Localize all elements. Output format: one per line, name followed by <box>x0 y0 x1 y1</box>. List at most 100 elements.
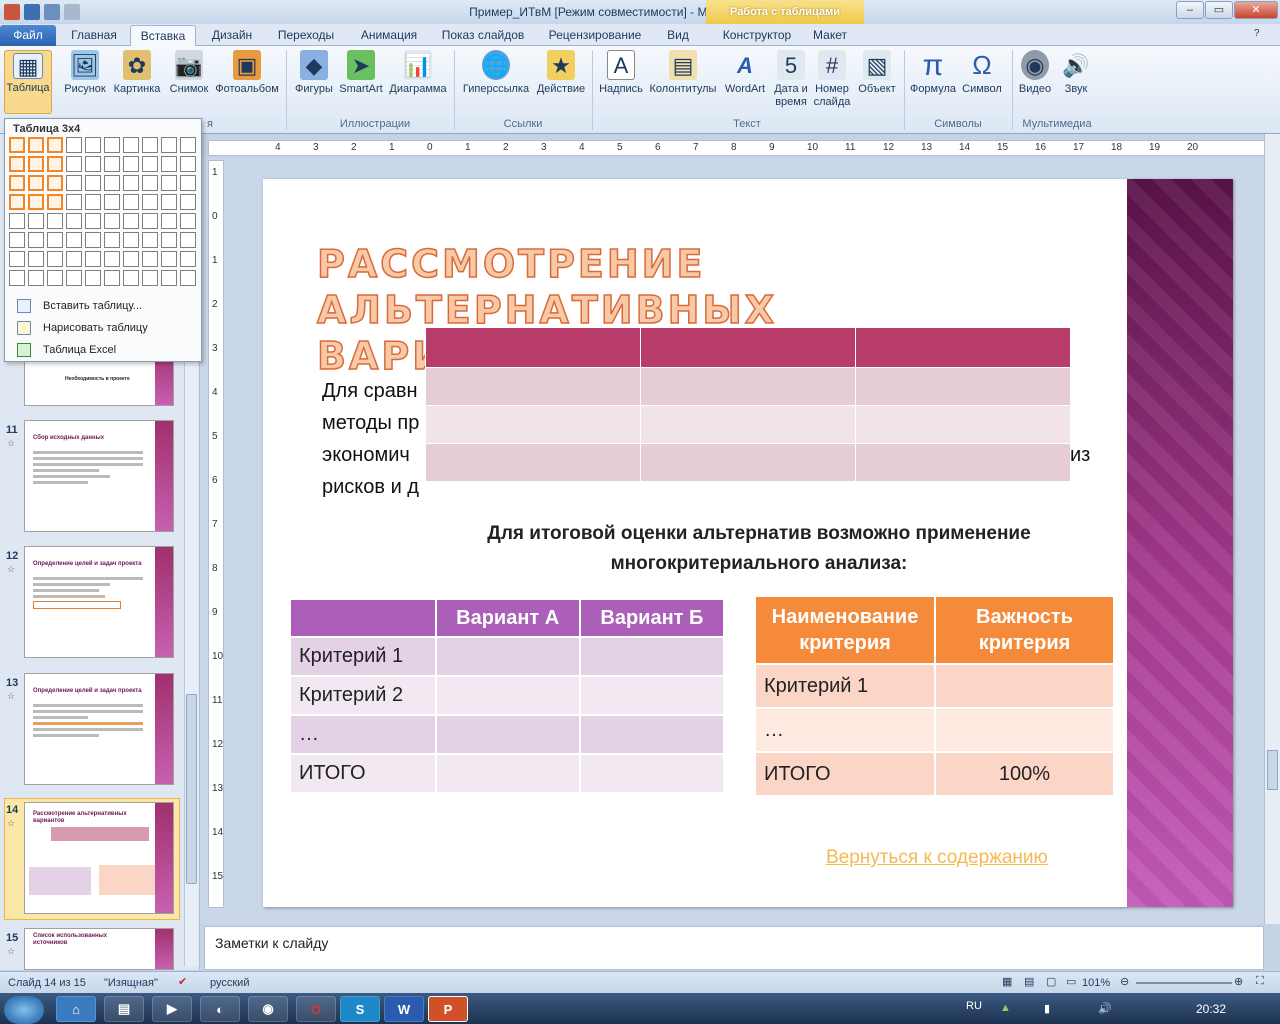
table-grid-cell[interactable] <box>161 251 177 267</box>
zoom-out-icon[interactable]: ⊖ <box>1120 975 1129 988</box>
table-grid-cell[interactable] <box>123 194 139 210</box>
table-grid-cell[interactable] <box>9 270 25 286</box>
slide-number-button[interactable]: # Номер слайда <box>812 50 852 109</box>
picture-button[interactable]: 🖼 Рисунок <box>60 50 110 96</box>
table-header-cell[interactable]: Вариант А <box>434 598 581 638</box>
zoom-slider[interactable] <box>1136 982 1232 984</box>
table-cell[interactable] <box>934 663 1115 709</box>
vertical-scrollbar[interactable] <box>1264 134 1280 924</box>
table-grid-cell[interactable] <box>123 137 139 153</box>
table-grid-cell[interactable] <box>161 213 177 229</box>
table-grid-cell[interactable] <box>47 213 63 229</box>
table-cell[interactable] <box>434 714 581 755</box>
table-grid-cell[interactable] <box>161 232 177 248</box>
slide-thumbnail-13[interactable]: Определение целей и задач проекта <box>24 673 174 785</box>
menu-item-draw-table[interactable]: Нарисовать таблицу <box>9 318 199 338</box>
slide-sorter-icon[interactable]: ▤ <box>1024 975 1034 988</box>
table-cell[interactable] <box>578 714 726 755</box>
table-grid-cell[interactable] <box>9 137 25 153</box>
inserted-table-preview[interactable] <box>425 327 1071 482</box>
table-grid-cell[interactable] <box>66 270 82 286</box>
table-grid-cell[interactable] <box>66 156 82 172</box>
table-grid-cell[interactable] <box>123 213 139 229</box>
table-cell[interactable]: ИТОГО <box>289 753 437 794</box>
notes-pane[interactable]: Заметки к слайду <box>204 926 1264 970</box>
table-grid-cell[interactable] <box>142 156 158 172</box>
table-grid-cell[interactable] <box>85 194 101 210</box>
screenshot-button[interactable]: 📷 Снимок <box>166 50 212 96</box>
shapes-button[interactable]: ◆ Фигуры <box>292 50 336 96</box>
table-grid-cell[interactable] <box>161 175 177 191</box>
table-grid-cell[interactable] <box>180 270 196 286</box>
table-grid-cell[interactable] <box>123 270 139 286</box>
tab-home[interactable]: Главная <box>64 25 124 46</box>
help-icon[interactable]: ? <box>1254 28 1260 39</box>
table-cell[interactable]: Критерий 1 <box>754 663 936 709</box>
chart-button[interactable]: 📊 Диаграмма <box>386 50 450 96</box>
object-button[interactable]: ▧ Объект <box>852 50 902 96</box>
table-cell[interactable] <box>425 367 641 406</box>
language-status[interactable]: русский <box>210 977 249 989</box>
table-grid-cell[interactable] <box>123 251 139 267</box>
nvidia-tray-icon[interactable]: ▲ <box>1000 1002 1011 1014</box>
table-cell[interactable] <box>425 327 641 368</box>
table-cell[interactable]: Критерий 2 <box>289 675 437 716</box>
table-grid-cell[interactable] <box>180 156 196 172</box>
table-cell[interactable] <box>640 443 856 482</box>
word-taskbar-icon[interactable]: W <box>384 996 424 1022</box>
table-grid-cell[interactable] <box>104 232 120 248</box>
tab-transitions[interactable]: Переходы <box>270 25 342 46</box>
keyboard-language[interactable]: RU <box>966 1000 982 1012</box>
skype-taskbar-icon[interactable]: S <box>340 996 380 1022</box>
close-button[interactable]: ✕ <box>1234 1 1278 19</box>
table-grid-cell[interactable] <box>9 213 25 229</box>
table-grid-cell[interactable] <box>85 213 101 229</box>
table-grid-cell[interactable] <box>161 194 177 210</box>
tab-review[interactable]: Рецензирование <box>540 25 650 46</box>
firefox-taskbar-icon[interactable]: ◐ <box>200 996 240 1022</box>
table-grid-cell[interactable] <box>9 156 25 172</box>
table-grid-cell[interactable] <box>9 251 25 267</box>
table-cell[interactable] <box>434 753 581 794</box>
table-grid-cell[interactable] <box>9 175 25 191</box>
back-to-contents-link[interactable]: Вернуться к содержанию <box>826 847 1048 869</box>
table-cell[interactable] <box>855 405 1071 444</box>
table-grid-cell[interactable] <box>47 270 63 286</box>
table-grid-cell[interactable] <box>85 232 101 248</box>
insert-table-dropdown[interactable]: Таблица 3x4 Вставить таблицу... Нарисова… <box>4 118 202 362</box>
mca-heading[interactable]: Для итоговой оценки альтернатив возможно… <box>403 519 1115 579</box>
table-cell[interactable] <box>855 367 1071 406</box>
importance-table[interactable]: Наименование критерия Важность критерия К… <box>754 595 1115 797</box>
table-grid-cell[interactable] <box>66 251 82 267</box>
folder-taskbar-icon[interactable]: ▤ <box>104 996 144 1022</box>
table-grid-cell[interactable] <box>180 213 196 229</box>
slide-thumbnail-14[interactable]: Рассмотрение альтернативных вариантов <box>24 802 174 914</box>
table-grid-cell[interactable] <box>142 251 158 267</box>
table-grid-cell[interactable] <box>123 232 139 248</box>
table-cell[interactable] <box>578 636 726 677</box>
table-cell[interactable] <box>855 327 1071 368</box>
slide-canvas[interactable]: Рассмотрение альтернативных вариантов Дл… <box>263 179 1233 907</box>
media-player-taskbar-icon[interactable]: ▶ <box>152 996 192 1022</box>
table-grid-cell[interactable] <box>66 137 82 153</box>
table-grid-cell[interactable] <box>9 232 25 248</box>
chrome-taskbar-icon[interactable]: ◉ <box>248 996 288 1022</box>
table-cell[interactable] <box>934 707 1115 753</box>
table-grid-cell[interactable] <box>28 156 44 172</box>
table-grid-cell[interactable] <box>66 194 82 210</box>
table-grid-cell[interactable] <box>104 194 120 210</box>
table-header-cell[interactable]: Важность критерия <box>934 595 1115 665</box>
table-grid-cell[interactable] <box>104 251 120 267</box>
clipart-button[interactable]: ✿ Картинка <box>110 50 164 96</box>
table-grid-cell[interactable] <box>66 175 82 191</box>
table-cell[interactable] <box>578 675 726 716</box>
vertical-ruler[interactable]: 1 0 1 2 3 4 5 6 7 8 9 10 11 12 13 14 15 <box>208 160 224 908</box>
table-grid-cell[interactable] <box>47 137 63 153</box>
table-grid-cell[interactable] <box>142 194 158 210</box>
reading-view-icon[interactable]: ▢ <box>1046 975 1056 988</box>
table-grid-cell[interactable] <box>85 175 101 191</box>
table-grid-cell[interactable] <box>85 251 101 267</box>
fit-to-window-icon[interactable]: ⛶ <box>1256 975 1264 988</box>
symbol-button[interactable]: Ω Символ <box>960 50 1004 96</box>
table-grid-cell[interactable] <box>66 232 82 248</box>
